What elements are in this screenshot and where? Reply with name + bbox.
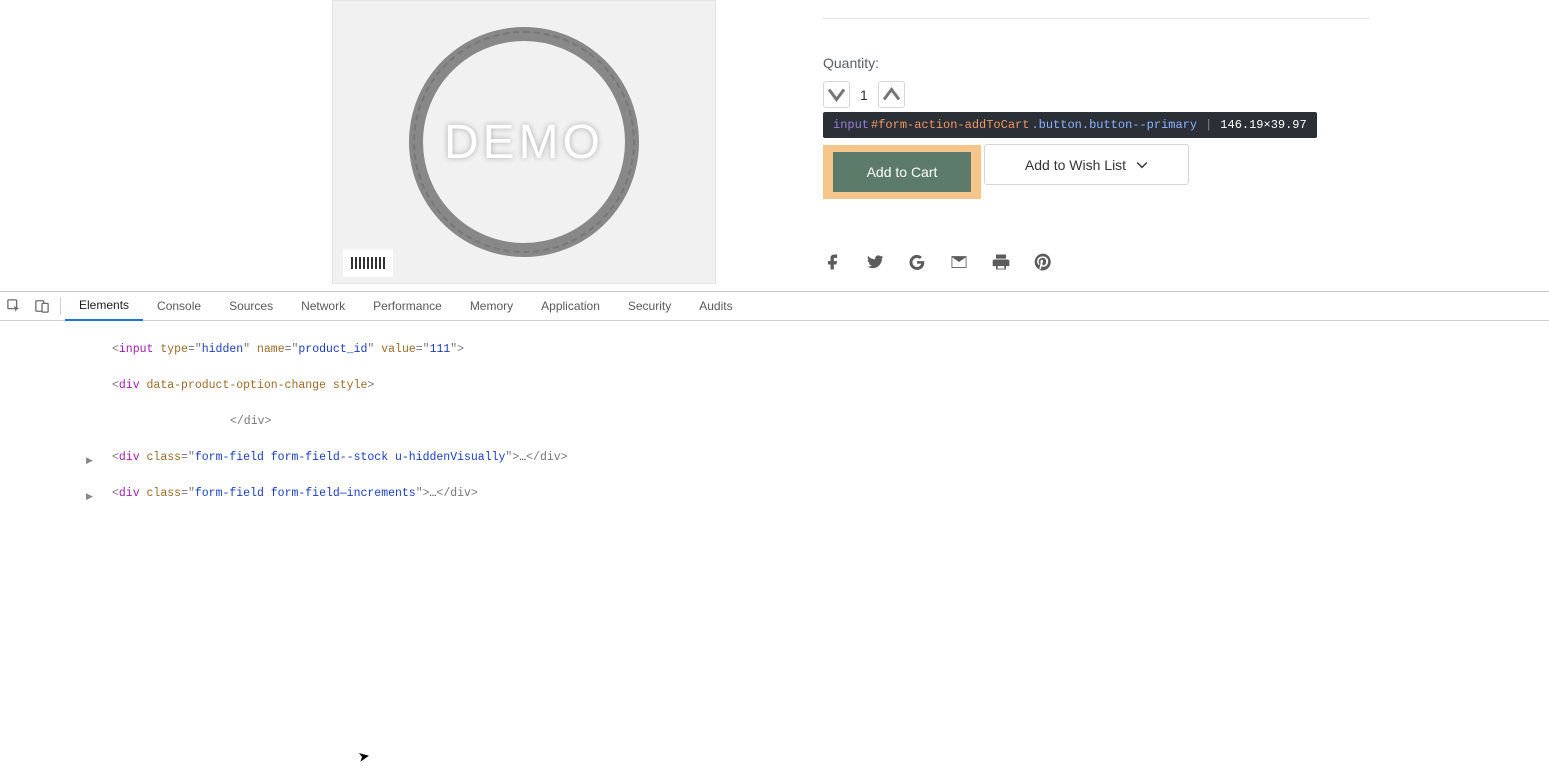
dom-line: ▶<div class="form-field form-field—incre… [0,485,1549,503]
add-to-cart-button[interactable]: Add to Cart [833,152,971,192]
tab-sources[interactable]: Sources [215,292,287,321]
devtools-toolbar: Elements Console Sources Network Perform… [0,292,1549,321]
dom-line: <input type="hidden" name="product_id" v… [0,341,1549,359]
dom-line: <div data-product-option-change style> [0,377,1549,395]
tooltip-id: #form-action-addToCart [871,118,1029,132]
quantity-label: Quantity: [823,55,1369,71]
social-share-row [823,252,1053,277]
tab-audits[interactable]: Audits [685,292,746,321]
facebook-icon[interactable] [823,252,843,277]
inspect-tooltip: input#form-action-addToCart.button.butto… [823,112,1317,138]
dom-line: </div> [0,413,1549,431]
decrease-button[interactable] [823,81,850,108]
devtools-tabs: Elements Console Sources Network Perform… [65,292,747,321]
add-to-wishlist-button[interactable]: Add to Wish List [984,144,1189,185]
tab-performance[interactable]: Performance [359,292,456,321]
tab-elements[interactable]: Elements [65,292,143,321]
add-to-cart-label: Add to Cart [867,164,938,180]
print-icon[interactable] [991,252,1011,277]
twitter-icon[interactable] [865,252,885,277]
barcode-graphic [343,249,393,277]
tab-application[interactable]: Application [527,292,614,321]
pinterest-icon[interactable] [1033,252,1053,277]
inspect-highlight: Add to Cart [823,145,981,199]
divider [823,18,1369,19]
cursor-icon: ➤ [357,747,372,766]
email-icon[interactable] [949,252,969,277]
wishlist-label: Add to Wish List [1025,157,1126,173]
tab-security[interactable]: Security [614,292,685,321]
device-toolbar-icon[interactable] [28,292,56,320]
inspect-element-icon[interactable] [0,292,28,320]
elements-panel[interactable]: <input type="hidden" name="product_id" v… [0,321,1549,516]
increase-button[interactable] [878,81,905,108]
quantity-value: 1 [860,87,868,103]
dom-line: ▶<div class="form-field form-field--stoc… [0,449,1549,467]
tab-network[interactable]: Network [287,292,359,321]
tooltip-classes: .button.button--primary [1031,118,1197,132]
product-image[interactable]: DEMO [332,0,716,284]
image-watermark: DEMO [444,115,604,170]
google-icon[interactable] [907,252,927,277]
tab-memory[interactable]: Memory [456,292,527,321]
tooltip-tag: input [833,118,869,132]
quantity-stepper: 1 [823,81,1369,108]
tab-console[interactable]: Console [143,292,215,321]
tooltip-dimensions: 146.19×39.97 [1220,118,1306,132]
